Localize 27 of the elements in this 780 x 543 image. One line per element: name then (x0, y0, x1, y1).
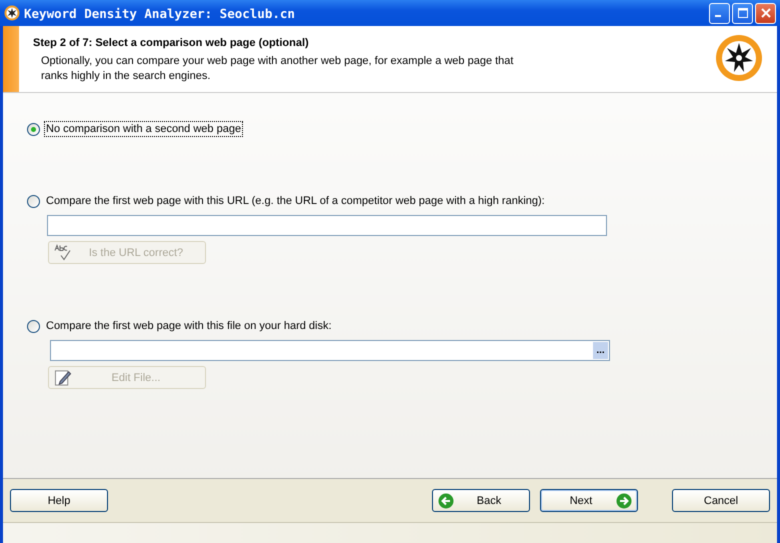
minimize-icon (715, 15, 721, 17)
spellcheck-icon (54, 244, 72, 261)
radio-button[interactable] (27, 194, 40, 208)
step-title: Step 2 of 7: Select a comparison web page (optional) (33, 37, 310, 49)
accent-strip (3, 26, 19, 92)
pencil-edit-icon (54, 369, 72, 386)
radio-label[interactable]: Compare the first web page with this file on your hard disk: (44, 318, 334, 334)
maximize-icon (738, 8, 748, 18)
next-button[interactable]: Next (540, 489, 638, 512)
help-button[interactable]: Help (10, 489, 108, 512)
star-logo-icon (4, 5, 20, 21)
star-logo-icon (715, 34, 763, 82)
browse-button[interactable]: ... (593, 342, 608, 359)
close-button[interactable] (755, 2, 776, 24)
minimize-button[interactable] (709, 2, 730, 24)
radio-label[interactable]: No comparison with a second web page (44, 121, 244, 137)
radio-button[interactable] (27, 122, 40, 136)
radio-label[interactable]: Compare the first web page with this URL (e.g. the URL of a competitor web page with a high ranking): (44, 193, 547, 209)
file-input-field[interactable]: ... (50, 340, 610, 361)
step-description: Optionally, you can compare your web page with another web page, for example a web page that ranks highly in the search engines. (41, 54, 514, 84)
cancel-button[interactable]: Cancel (672, 489, 770, 512)
close-icon (760, 8, 770, 18)
window-title: Keyword Density Analyzer: Seoclub.cn (24, 6, 296, 20)
maximize-button[interactable] (732, 2, 753, 24)
back-button[interactable]: Back (432, 489, 530, 512)
radio-button[interactable] (27, 320, 40, 332)
url-input-field[interactable] (47, 215, 607, 236)
